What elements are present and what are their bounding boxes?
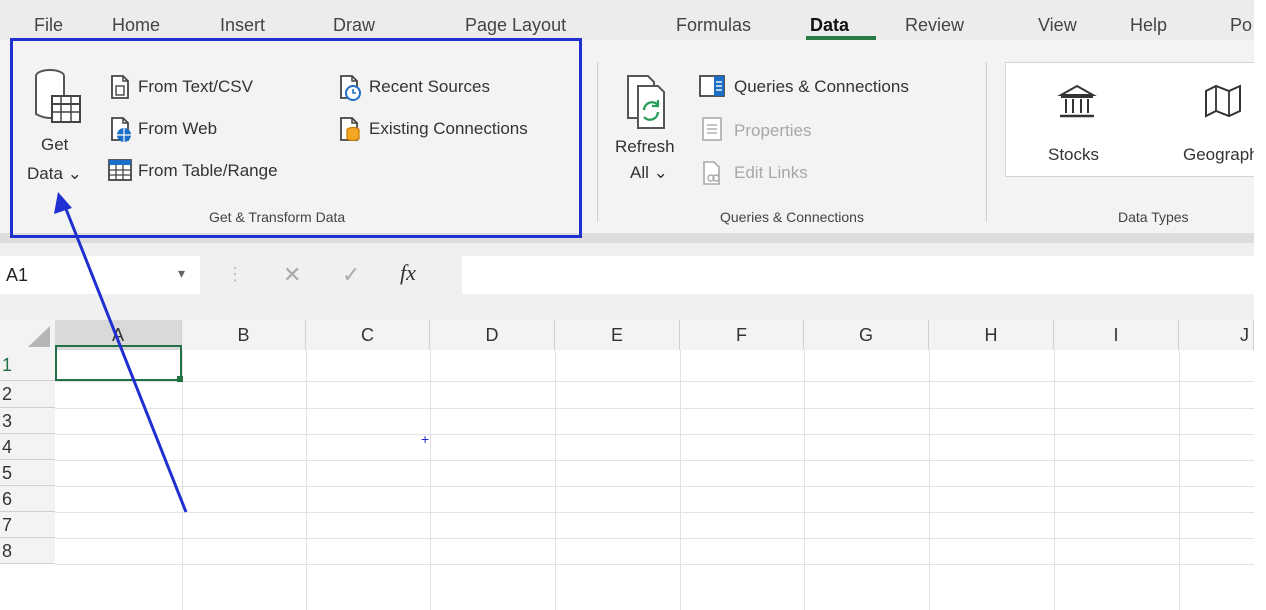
annotation-arrow [54,192,188,513]
